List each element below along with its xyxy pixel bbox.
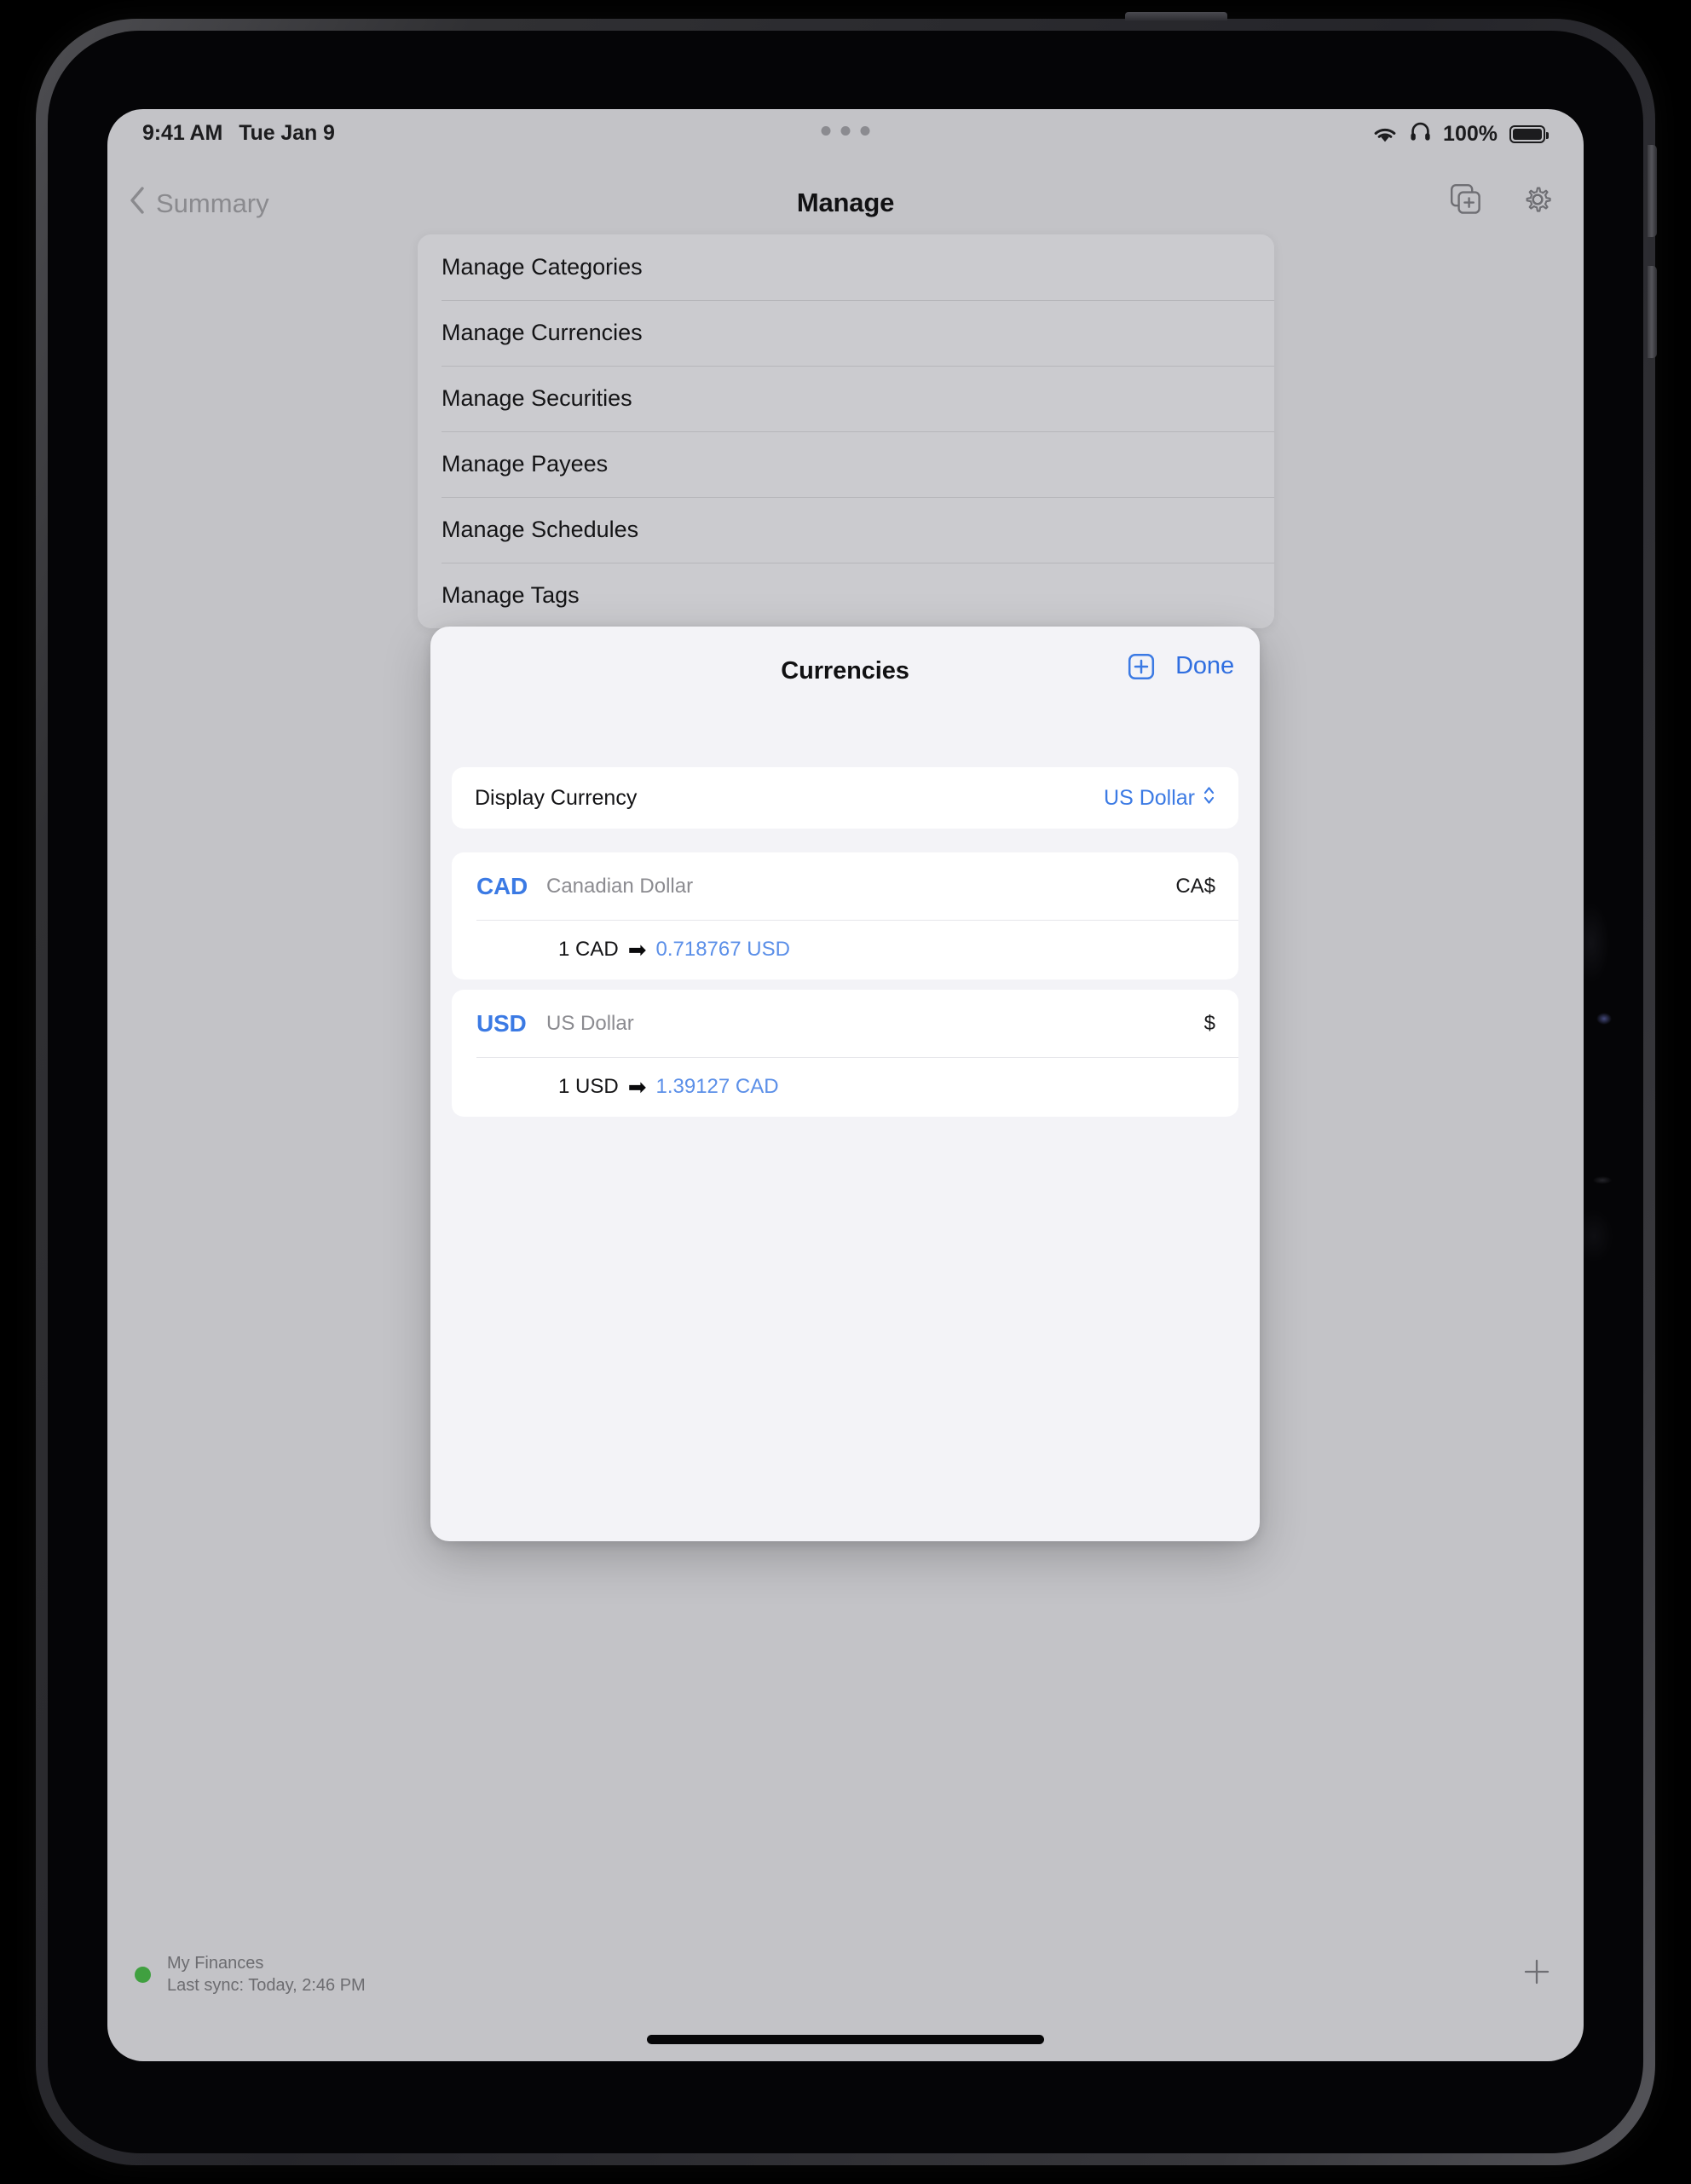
status-bar-date: Tue Jan 9 bbox=[239, 121, 335, 145]
menu-item-manage-schedules[interactable]: Manage Schedules bbox=[418, 497, 1274, 563]
menu-item-manage-payees[interactable]: Manage Payees bbox=[418, 431, 1274, 497]
rate-from: 1 CAD bbox=[558, 938, 619, 961]
new-window-icon[interactable] bbox=[1449, 182, 1483, 221]
currency-name: Canadian Dollar bbox=[546, 874, 694, 898]
multitask-dot bbox=[840, 126, 851, 136]
currency-exchange-rate[interactable]: 1 USD ➡ 1.39127 CAD bbox=[452, 1057, 1238, 1117]
currency-header[interactable]: CAD Canadian Dollar CA$ bbox=[452, 852, 1238, 920]
plus-square-icon[interactable] bbox=[1128, 653, 1155, 680]
sync-status-text: My Finances Last sync: Today, 2:46 PM bbox=[167, 1954, 366, 1996]
wifi-icon bbox=[1372, 125, 1398, 144]
last-sync-label: Last sync: Today, 2:46 PM bbox=[167, 1976, 366, 1995]
chevron-up-down-icon bbox=[1203, 784, 1215, 812]
gear-icon[interactable] bbox=[1521, 182, 1555, 221]
volume-up-button[interactable] bbox=[1648, 145, 1657, 237]
sync-status[interactable]: My Finances Last sync: Today, 2:46 PM bbox=[135, 1954, 366, 1996]
status-bar-right: 100% bbox=[1372, 121, 1549, 147]
home-indicator[interactable] bbox=[647, 2035, 1044, 2044]
battery-fill bbox=[1513, 129, 1542, 140]
battery-icon bbox=[1509, 125, 1549, 143]
menu-item-manage-categories[interactable]: Manage Categories bbox=[418, 234, 1274, 300]
menu-item-label: Manage Securities bbox=[442, 385, 632, 411]
menu-item-label: Manage Categories bbox=[442, 254, 643, 280]
modal-header: Currencies Done bbox=[430, 627, 1260, 716]
chevron-left-icon bbox=[129, 186, 146, 222]
back-button-summary[interactable]: Summary bbox=[129, 186, 269, 222]
sync-status-indicator bbox=[135, 1967, 151, 1983]
menu-item-label: Manage Payees bbox=[442, 451, 609, 477]
menu-item-label: Manage Tags bbox=[442, 582, 580, 608]
display-currency-row[interactable]: Display Currency US Dollar bbox=[452, 767, 1238, 829]
currency-exchange-rate[interactable]: 1 CAD ➡ 0.718767 USD bbox=[452, 920, 1238, 979]
currency-code: USD bbox=[476, 1009, 527, 1037]
display-currency-value[interactable]: US Dollar bbox=[1104, 784, 1215, 812]
multitask-dot bbox=[860, 126, 870, 136]
display-currency-label: Display Currency bbox=[475, 785, 638, 810]
currency-symbol: CA$ bbox=[1175, 874, 1215, 898]
menu-item-manage-tags[interactable]: Manage Tags bbox=[418, 563, 1274, 628]
system-status-bar: 9:41 AM Tue Jan 9 100% bbox=[107, 109, 1584, 167]
currency-symbol: $ bbox=[1203, 1011, 1215, 1035]
menu-item-label: Manage Currencies bbox=[442, 320, 643, 345]
display-currency-selected: US Dollar bbox=[1104, 785, 1195, 810]
arrow-right-icon: ➡ bbox=[627, 1074, 647, 1100]
headphones-icon bbox=[1410, 121, 1431, 147]
status-bar-time: 9:41 AM bbox=[142, 121, 223, 145]
rate-to: 0.718767 USD bbox=[655, 938, 790, 961]
back-button-label: Summary bbox=[156, 188, 269, 218]
plus-icon[interactable] bbox=[1521, 1956, 1553, 1992]
status-bar-left: 9:41 AM Tue Jan 9 bbox=[142, 121, 335, 146]
multitask-dots-icon[interactable] bbox=[821, 126, 870, 136]
modal-title: Currencies bbox=[781, 657, 909, 685]
menu-item-manage-currencies[interactable]: Manage Currencies bbox=[418, 300, 1274, 366]
currency-code: CAD bbox=[476, 872, 528, 899]
currency-header[interactable]: USD US Dollar $ bbox=[452, 990, 1238, 1057]
page-title: Manage bbox=[796, 188, 895, 217]
arrow-right-icon: ➡ bbox=[627, 937, 647, 962]
currency-name: US Dollar bbox=[546, 1011, 634, 1035]
screen: 9:41 AM Tue Jan 9 100% Summary Manage Ma… bbox=[107, 109, 1584, 2061]
currencies-modal: Currencies Done Display Currency US Doll… bbox=[430, 627, 1260, 1541]
modal-header-actions: Done bbox=[1128, 652, 1234, 680]
power-button[interactable] bbox=[1125, 12, 1227, 20]
app-status-bar: My Finances Last sync: Today, 2:46 PM bbox=[107, 1954, 1584, 2014]
menu-item-label: Manage Schedules bbox=[442, 517, 639, 542]
rate-from: 1 USD bbox=[558, 1075, 619, 1098]
currency-card-cad: CAD Canadian Dollar CA$ 1 CAD ➡ 0.718767… bbox=[452, 852, 1238, 979]
navigation-actions bbox=[1449, 182, 1555, 221]
volume-down-button[interactable] bbox=[1648, 266, 1657, 358]
battery-percentage: 100% bbox=[1443, 122, 1498, 146]
manage-menu-list: Manage Categories Manage Currencies Mana… bbox=[418, 234, 1274, 628]
menu-item-manage-securities[interactable]: Manage Securities bbox=[418, 366, 1274, 431]
multitask-dot bbox=[821, 126, 831, 136]
done-button[interactable]: Done bbox=[1175, 652, 1234, 680]
file-name: My Finances bbox=[167, 1954, 264, 1973]
currency-card-usd: USD US Dollar $ 1 USD ➡ 1.39127 CAD bbox=[452, 990, 1238, 1117]
rate-to: 1.39127 CAD bbox=[655, 1075, 779, 1098]
